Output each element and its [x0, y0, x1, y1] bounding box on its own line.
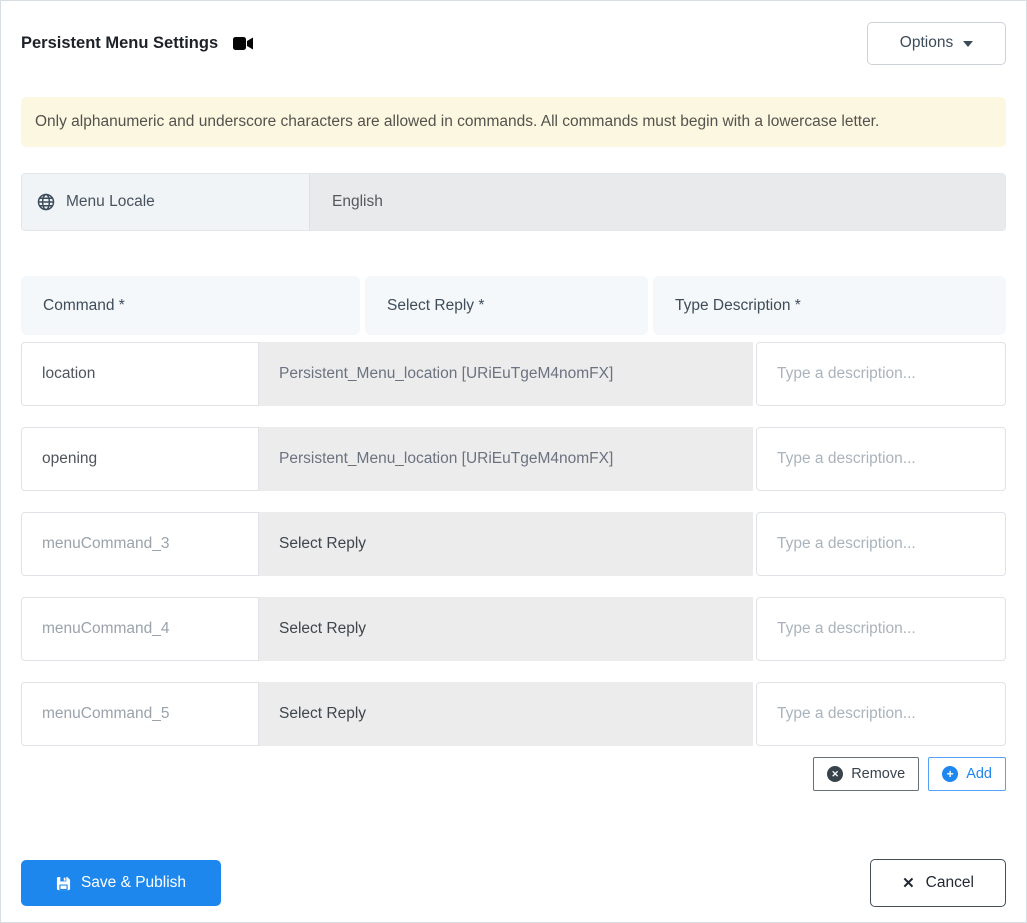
caret-down-icon	[963, 41, 974, 47]
menu-locale-value[interactable]: English	[310, 174, 1005, 230]
options-button[interactable]: Options	[867, 21, 1006, 65]
command-input[interactable]	[21, 512, 259, 576]
table-header-row: Command * Select Reply * Type Descriptio…	[21, 276, 1006, 335]
column-header-command: Command *	[21, 276, 360, 335]
menu-locale-label: Menu Locale	[66, 193, 155, 210]
description-input[interactable]	[756, 597, 1006, 661]
menu-locale-row: Menu Locale English	[21, 173, 1006, 231]
menu-locale-value-text: English	[332, 193, 383, 210]
save-publish-button[interactable]: Save & Publish	[21, 860, 221, 906]
command-input[interactable]	[21, 342, 259, 406]
table-row: Select Reply	[21, 512, 1006, 576]
x-icon: ✕	[902, 875, 915, 892]
cancel-button[interactable]: ✕ Cancel	[870, 859, 1006, 907]
page-title: Persistent Menu Settings	[21, 33, 219, 52]
persistent-menu-settings-panel: Persistent Menu Settings Options Only al…	[0, 0, 1027, 923]
table-row: Select Reply	[21, 682, 1006, 746]
description-input[interactable]	[756, 682, 1006, 746]
column-header-type-description: Type Description *	[653, 276, 1006, 335]
menu-locale-label-cell: Menu Locale	[22, 174, 310, 230]
options-button-label: Options	[899, 34, 954, 51]
select-reply-value: Select Reply	[279, 705, 367, 722]
select-reply-value: Select Reply	[279, 535, 367, 552]
remove-button[interactable]: ✕ Remove	[813, 757, 920, 791]
description-input[interactable]	[756, 427, 1006, 491]
select-reply-value: Select Reply	[279, 620, 367, 637]
floppy-disk-icon	[56, 876, 71, 891]
alert-warning: Only alphanumeric and underscore charact…	[21, 97, 1006, 147]
add-button[interactable]: + Add	[928, 757, 1006, 791]
select-reply-dropdown[interactable]: Persistent_Menu_location [URiEuTgeM4nomF…	[259, 427, 753, 491]
x-circle-icon: ✕	[827, 766, 844, 782]
table-row: Persistent_Menu_location [URiEuTgeM4nomF…	[21, 427, 1006, 491]
select-reply-value: Persistent_Menu_location [URiEuTgeM4nomF…	[279, 365, 614, 382]
select-reply-dropdown[interactable]: Select Reply	[259, 512, 753, 576]
globe-icon	[37, 193, 55, 211]
video-camera-icon	[233, 36, 254, 51]
column-header-select-reply: Select Reply *	[365, 276, 648, 335]
select-reply-dropdown[interactable]: Select Reply	[259, 682, 753, 746]
select-reply-dropdown[interactable]: Select Reply	[259, 597, 753, 661]
add-button-label: Add	[966, 766, 992, 782]
select-reply-value: Persistent_Menu_location [URiEuTgeM4nomF…	[279, 450, 614, 467]
command-input[interactable]	[21, 682, 259, 746]
row-actions: ✕ Remove + Add	[21, 757, 1006, 791]
save-publish-button-label: Save & Publish	[80, 874, 187, 891]
table-row: Select Reply	[21, 597, 1006, 661]
topbar: Persistent Menu Settings Options	[21, 21, 1006, 65]
cancel-button-label: Cancel	[925, 874, 974, 891]
remove-button-label: Remove	[851, 766, 906, 782]
alert-text: Only alphanumeric and underscore charact…	[35, 113, 880, 130]
description-input[interactable]	[756, 512, 1006, 576]
table-row: Persistent_Menu_location [URiEuTgeM4nomF…	[21, 342, 1006, 406]
plus-circle-icon: +	[942, 766, 959, 782]
command-input[interactable]	[21, 597, 259, 661]
command-input[interactable]	[21, 427, 259, 491]
select-reply-dropdown[interactable]: Persistent_Menu_location [URiEuTgeM4nomF…	[259, 342, 753, 406]
footer: Save & Publish ✕ Cancel	[21, 859, 1006, 907]
description-input[interactable]	[756, 342, 1006, 406]
